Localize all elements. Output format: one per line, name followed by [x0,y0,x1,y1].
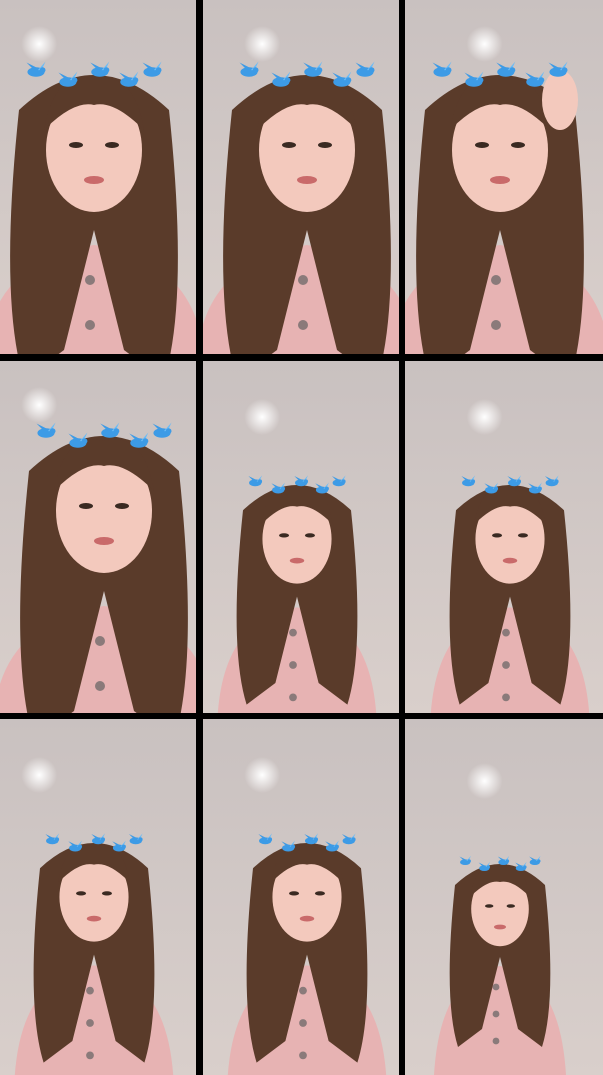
photo-frame-7 [0,719,196,1075]
frame-illustration [405,719,603,1075]
button-dot [95,636,105,646]
ceiling-light [466,26,503,62]
left-eye [79,503,93,509]
button-dot [85,275,95,285]
right-eye [101,891,112,896]
lips [299,915,315,922]
right-eye [506,904,515,908]
button-dot [298,275,308,285]
button-dot [289,628,297,637]
left-eye [76,891,87,896]
lips [94,537,114,545]
button-dot [299,1051,307,1060]
frame-illustration [405,361,603,713]
ceiling-light [21,387,58,423]
ceiling-light [466,763,503,799]
right-eye [318,142,332,148]
frame-illustration [405,0,603,354]
photo-frame-3 [405,0,603,354]
ceiling-light [244,399,281,435]
button-dot [95,681,105,691]
frame-illustration [0,0,196,354]
button-dot [299,1019,307,1027]
button-dot [491,320,501,330]
left-eye [485,904,494,908]
button-dot [502,693,510,702]
button-dot [492,1010,500,1018]
photo-frame-1 [0,0,196,354]
button-dot [86,1019,94,1027]
button-dot [492,983,500,991]
frame-illustration [0,719,196,1075]
person [0,75,196,354]
left-eye [475,142,489,148]
button-dot [502,628,510,637]
photo-collage-grid [0,0,603,1075]
right-eye [304,533,315,538]
left-eye [282,142,296,148]
lips [494,924,506,930]
hand [542,70,578,130]
person [405,70,603,354]
right-eye [517,533,528,538]
photo-frame-6 [405,361,603,713]
button-dot [289,693,297,702]
button-dot [492,1037,500,1045]
button-dot [502,661,510,669]
ceiling-light [244,26,281,62]
left-eye [279,533,290,538]
button-dot [86,1051,94,1060]
button-dot [85,320,95,330]
frame-illustration [203,0,399,354]
button-dot [289,661,297,669]
photo-frame-8 [203,719,399,1075]
ceiling-light [21,757,58,793]
lips [502,557,518,564]
right-eye [115,503,129,509]
right-eye [105,142,119,148]
frame-illustration [203,719,399,1075]
ceiling-light [21,26,58,62]
right-eye [511,142,525,148]
right-eye [314,891,325,896]
button-dot [86,986,94,995]
lips [289,557,305,564]
person [203,75,399,354]
button-dot [491,275,501,285]
photo-frame-4 [0,361,196,713]
photo-frame-5 [203,361,399,713]
left-eye [289,891,300,896]
photo-frame-2 [203,0,399,354]
photo-frame-9 [405,719,603,1075]
lips [490,176,510,184]
button-dot [299,986,307,995]
left-eye [69,142,83,148]
lips [86,915,102,922]
ceiling-light [244,757,281,793]
left-eye [492,533,503,538]
lips [297,176,317,184]
frame-illustration [203,361,399,713]
person [0,436,196,713]
frame-illustration [0,361,196,713]
button-dot [298,320,308,330]
ceiling-light [466,399,503,435]
lips [84,176,104,184]
